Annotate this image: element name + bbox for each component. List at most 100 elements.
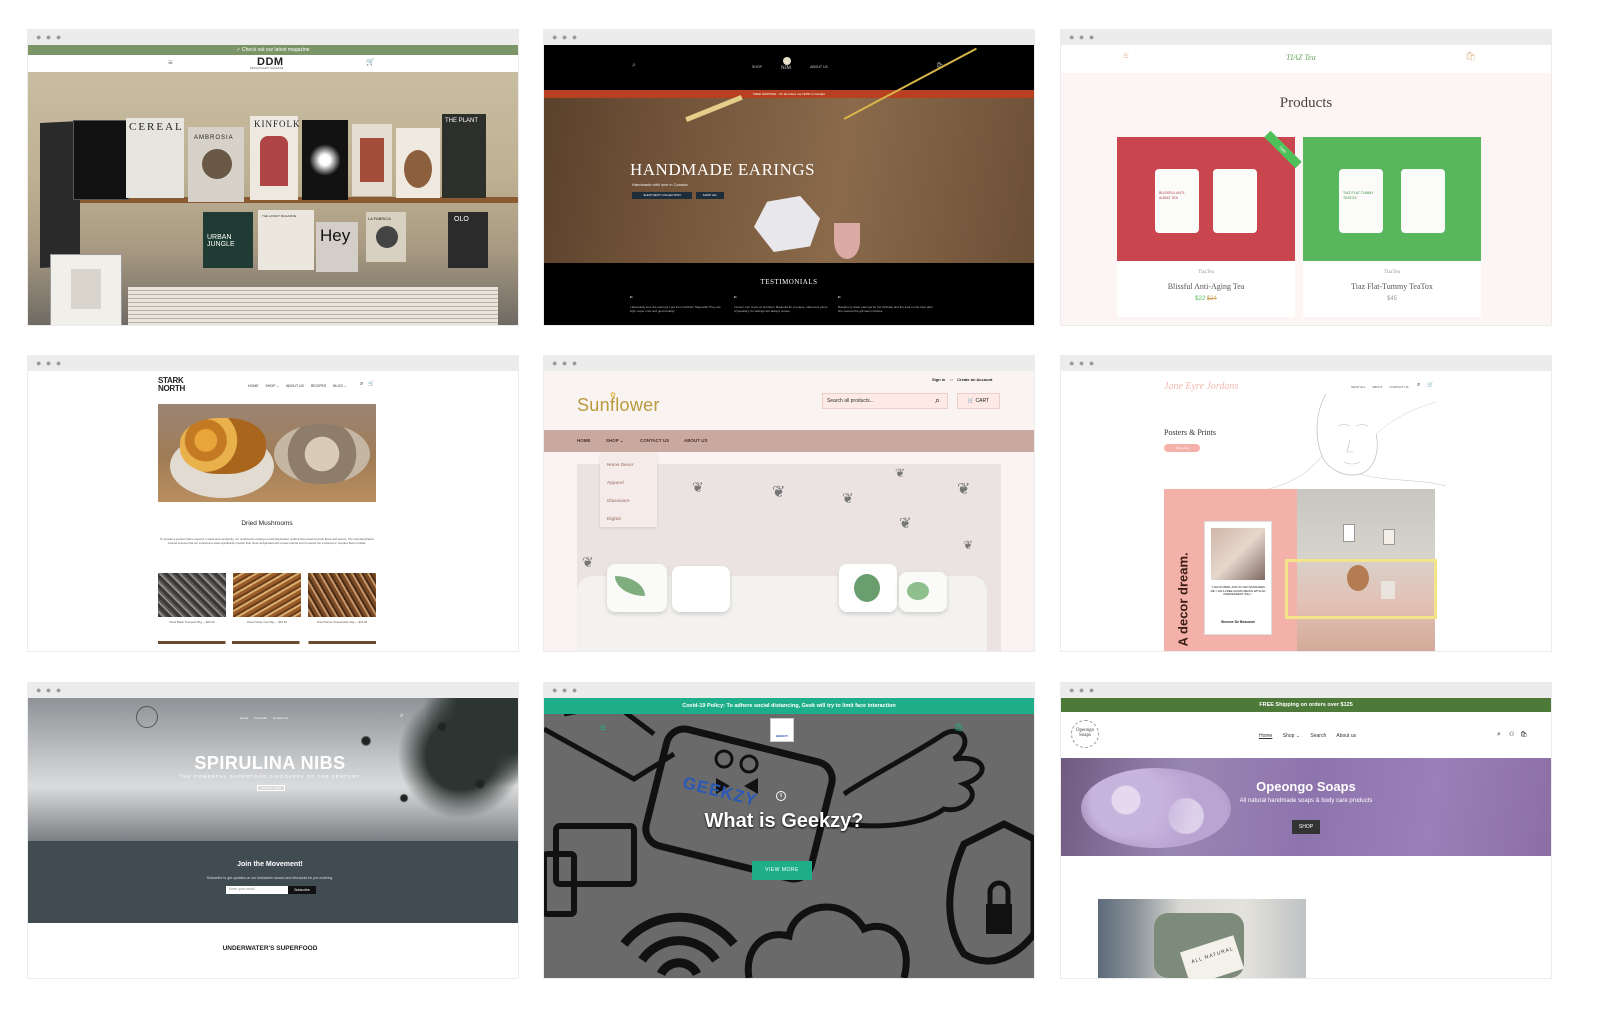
nav-about[interactable]: ABOUT US [810,65,828,69]
search-icon[interactable]: ⌕ [1497,731,1501,739]
nav-about[interactable]: ABOUT US [684,430,708,452]
create-account-link[interactable]: Create an Account [957,377,992,382]
header: ⌕ SHOP NJM ABOUT US 🛍 [544,45,1034,90]
product-thumb[interactable] [158,573,226,617]
breadcrumb-contact[interactable]: Contact Us [273,716,288,720]
site-logo[interactable]: TIAZ Tea [1286,53,1316,62]
nav-shop[interactable]: SHOP ⌄ [265,384,279,388]
product-card[interactable]: BLISSFUL ANTI-AGING TEA Sale TiazTea Bli… [1117,130,1302,317]
cart-icon[interactable]: 🛒 [366,58,375,66]
cart-icon[interactable]: 🛍 [1520,731,1528,738]
nav-shop[interactable]: SHOP ⌄ [606,430,624,452]
site-card-njm[interactable]: ● ● ● ⌕ SHOP NJM ABOUT US 🛍 FREE SHIPPIN… [544,30,1034,325]
site-logo[interactable]: GEEKZY [770,718,794,742]
shop-all-button[interactable]: SHOP ALL [696,192,724,199]
leaf-icon: ❦ [842,490,854,506]
nav-about[interactable]: About us [1336,733,1356,739]
product-name[interactable]: Blissful Anti-Aging Tea [1117,282,1295,291]
site-card-sunflower[interactable]: ● ● ● Sunflower ✿ Sign in or Create an A… [544,356,1034,651]
page-title: Products [1279,95,1333,111]
leaf-icon: ❦ [895,466,906,480]
shop-collection-button[interactable]: SHOP NEXT COLLECTION [632,192,692,199]
site-logo[interactable]: Opeongo Soaps [1071,720,1099,748]
dropdown-item-digital[interactable]: Digital [607,516,621,521]
dropdown-item-home-decor[interactable]: Home Decor [607,462,634,467]
site-card-geekzy[interactable]: ● ● ● Covid-19 Policy: To adhere social … [544,683,1034,978]
product-card[interactable]: TIAZ FLAT-TUMMY TEATOX TiazTea Tiaz Flat… [1303,137,1481,317]
menu-icon[interactable]: ≡ [1123,51,1129,62]
product-thumb[interactable] [233,573,301,617]
gold-bar [685,94,743,123]
site-logo[interactable]: Jane Eyre Jordans [1164,381,1238,392]
quote-icon: “ [630,295,633,304]
product-name[interactable]: Tiaz Flat-Tummy TeaTox [1303,282,1481,291]
shop-button[interactable]: SHOP [1292,820,1320,834]
product-thumb[interactable] [308,573,376,617]
nav-search[interactable]: Search [1310,733,1326,739]
nav-shop[interactable]: SHOP [752,65,762,69]
pause-icon[interactable]: ‖ [776,791,786,801]
nav-home[interactable]: HOME [577,430,591,452]
product-vendor: TiazTea [1384,270,1400,275]
view-more-button[interactable]: VIEW MORE [752,861,812,880]
site-logo[interactable]: STARK NORTH [158,377,185,393]
testimonials-heading: TESTIMONIALS [760,278,818,286]
subscribe-button[interactable]: Subscribe [288,886,316,894]
site-card-stark-north[interactable]: ● ● ● STARK NORTH HOME SHOP ⌄ ABOUT US RE… [28,356,518,651]
breadcrumb-home[interactable]: Home [240,716,248,720]
browser-chrome: ● ● ● [544,30,1034,45]
site-logo[interactable]: NJM [781,66,791,71]
menu-icon[interactable]: ≡ [168,58,173,67]
cart-icon[interactable]: 🛍 [954,723,964,732]
coming-soon-button[interactable]: COMING SOON [257,785,285,791]
cart-icon[interactable]: 🛍 [1465,51,1476,62]
email-input[interactable]: Enter your email [226,886,288,894]
tea-pouch: BLISSFUL ANTI-AGING TEA [1155,169,1199,233]
nav-blog[interactable]: BLOG ⌄ [333,384,347,388]
magazine-cover: Hey [316,222,358,272]
menu-icon[interactable]: ≡ [600,723,606,734]
nav-recipes[interactable]: RECIPES [311,384,326,388]
crystal-shape [754,196,820,252]
site-card-opeongo-soaps[interactable]: ● ● ● FREE Shipping on orders over $125 … [1061,683,1551,978]
site-card-spirulina-nibs[interactable]: ● ● ● Home Pre-Order Contact Us ⌕ SPIRUL… [28,683,518,978]
dropdown-item-glassware[interactable]: Glassware [607,498,630,503]
product-caption[interactable]: Dried Candy Cap 50g — $15.99 [233,620,301,624]
magazine-cover: THE PLANT [442,114,486,198]
cart-icon[interactable]: 🛒 [368,381,374,387]
account-icon[interactable]: ⚇ [1509,731,1514,738]
nav-about[interactable]: ABOUT US [286,384,304,388]
site-card-jane-eyre-jordans[interactable]: ● ● ● Jane Eyre Jordans SHOP ALL ABOUT C… [1061,356,1551,651]
search-icon[interactable]: ⌕ [400,713,403,720]
nav-contact[interactable]: CONTACT US [640,430,669,452]
site-card-ddm[interactable]: ● ● ● ✓ Check out our latest magazine ≡ … [28,30,518,325]
search-icon[interactable]: ⌕ [935,395,940,406]
announcement-text[interactable]: ✓ Check out our latest magazine [236,47,309,53]
breadcrumb-preorder[interactable]: Pre-Order [254,716,267,720]
logo-badge-icon[interactable] [136,706,158,728]
shop-now-button[interactable]: Shop now [1164,444,1200,452]
site-card-tiaz[interactable]: ● ● ● ≡ TIAZ Tea 🛍 Products BLISSFUL ANT… [1061,30,1551,325]
hero-section: Home Pre-Order Contact Us ⌕ SPIRULINA NI… [28,698,518,841]
site-logo[interactable]: Sunflower [577,395,660,416]
sign-in-link[interactable]: Sign in [932,377,945,382]
pillow [672,566,730,612]
nav-home[interactable]: HOME [248,384,259,388]
product-price: $22 $24 [1195,296,1217,302]
nav-home[interactable]: Home [1259,733,1272,739]
product-caption[interactable]: Dried Winter Chanterelles 30g — $19.99 [308,620,376,624]
browser-chrome: ● ● ● [1061,30,1551,45]
search-icon[interactable]: ⌕ [632,62,636,70]
product-caption[interactable]: Dried Black Trumpets 50g — $23.99 [158,620,226,624]
cart-button[interactable]: 🛒 CART [957,393,1000,409]
search-input[interactable]: Search all products... ⌕ [822,393,948,409]
dropdown-item-apparel[interactable]: Apparel [607,480,624,485]
search-icon[interactable]: ⌕ [360,381,363,388]
browser-chrome: ● ● ● [1061,356,1551,371]
header: ≡ DDM DESIGN DIGEST MAGAZINE 🛒 [28,55,518,72]
nav-shop[interactable]: Shop ⌄ [1283,733,1300,739]
hero-title: What is Geekzy? [704,810,864,832]
magazine-cover: URBAN JUNGLE [203,212,253,268]
shipping-banner-text: FREE SHIPPING · On all orders over $150 … [753,92,825,96]
poster-panel: A decor dream. "I AM NO BIRD; AND NO NET… [1164,489,1297,651]
